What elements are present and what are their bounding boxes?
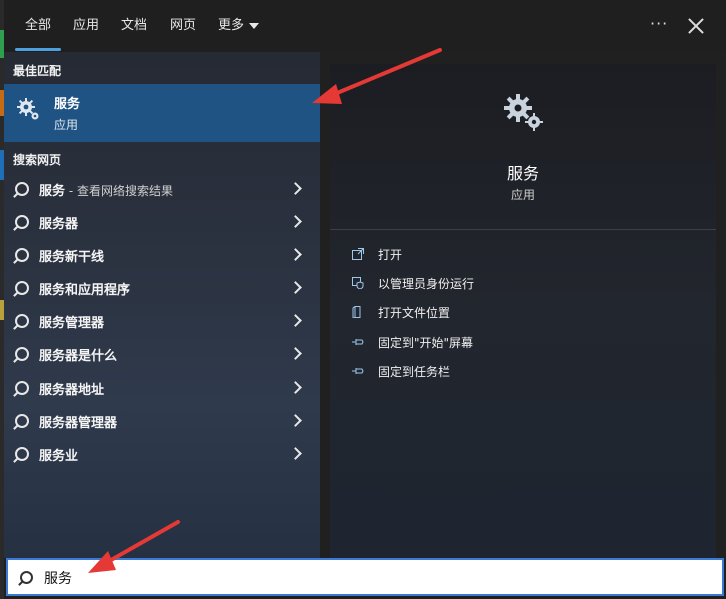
web-result-text: 服务 [39,184,66,199]
web-result-text: 服务器 [39,217,79,232]
pin-icon [352,339,364,345]
pin-icon [352,368,364,374]
search-icon [15,447,29,461]
open-action-label: 打开 [378,248,403,262]
web-result-text: 服务新干线 [39,250,105,265]
tab-documents[interactable]: 文档 [121,14,147,38]
web-result-suffix: - 查看网络搜索结果 [65,184,173,198]
best-match-subtitle: 应用 [54,118,79,132]
search-icon [15,281,29,295]
search-icon [15,314,29,328]
search-icon [15,182,29,196]
web-result-text: 服务器管理器 [39,416,118,431]
chevron-right-icon [289,248,302,261]
web-result-text: 服务和应用程序 [39,283,131,298]
web-result-item[interactable]: 服务器地址 [4,372,320,405]
web-result-item[interactable]: 服务业 [4,438,320,471]
divider [330,229,716,230]
detail-subtitle: 应用 [510,188,535,202]
chevron-down-icon [249,22,260,29]
search-bar [6,558,724,596]
web-result-item[interactable]: 服务 - 查看网络搜索结果 [4,173,320,206]
web-result-text: 服务管理器 [39,316,105,331]
filter-tab-bar: 全部 应用 文档 网页 更多 ··· [4,0,726,52]
web-result-text: 服务器是什么 [39,349,118,364]
web-result-item[interactable]: 服务器管理器 [4,405,320,438]
open-icon [352,248,364,260]
best-match-item[interactable]: 服务 应用 [4,84,320,142]
services-gear-icon [504,94,543,131]
start-search-panel: 全部 应用 文档 网页 更多 ··· 最佳匹配 服务 应用 搜索网页 服务 - … [4,0,726,599]
web-result-item[interactable]: 服务器 [4,206,320,239]
chevron-right-icon [289,215,302,228]
services-gear-icon [17,98,39,120]
run-as-admin-label: 以管理员身份运行 [378,277,475,291]
search-icon [15,248,29,262]
search-icon [15,215,29,229]
open-file-location-label: 打开文件位置 [378,306,451,320]
tab-more[interactable]: 更多 [218,14,260,38]
web-result-item[interactable]: 服务器是什么 [4,338,320,371]
folder-icon [352,306,361,318]
search-icon [15,347,29,361]
chevron-right-icon [289,381,302,394]
chevron-right-icon [289,414,302,427]
chevron-right-icon [289,182,302,195]
pin-to-taskbar-label: 固定到任务栏 [378,365,451,379]
ellipsis-icon[interactable]: ··· [650,14,668,33]
search-icon [20,571,33,584]
tab-web[interactable]: 网页 [170,14,196,38]
chevron-right-icon [289,281,302,294]
pin-to-start-label: 固定到"开始"屏幕 [378,336,474,350]
web-result-text: 服务业 [39,449,79,464]
tab-more-label: 更多 [218,18,245,33]
web-search-heading: 搜索网页 [13,153,62,167]
web-result-item[interactable]: 服务新干线 [4,239,320,272]
shield-icon [352,277,364,289]
tab-all[interactable]: 全部 [14,14,62,51]
search-input[interactable] [42,566,706,590]
search-icon [15,381,29,395]
detail-title: 服务 [506,164,539,183]
best-match-heading: 最佳匹配 [13,64,62,78]
tab-apps[interactable]: 应用 [73,14,99,38]
chevron-right-icon [289,347,302,360]
close-icon[interactable] [688,18,704,34]
best-match-title: 服务 [54,97,81,112]
detail-pane: 服务 应用 打开 以管理员身份运行 打开文件位置 固定到"开始"屏幕 固定到任务… [330,64,716,558]
chevron-right-icon [289,314,302,327]
search-icon [15,414,29,428]
chevron-right-icon [289,447,302,460]
web-result-text: 服务器地址 [39,383,105,398]
web-result-item[interactable]: 服务管理器 [4,305,320,338]
web-result-item[interactable]: 服务和应用程序 [4,272,320,305]
